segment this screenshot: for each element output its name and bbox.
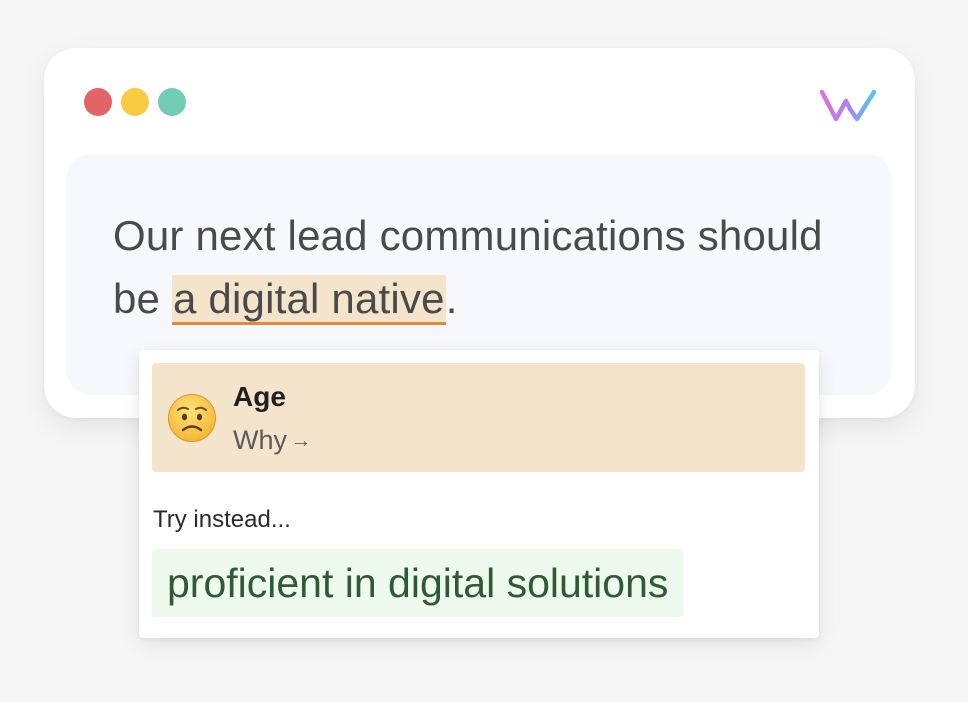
- suggestion-popup: Age Why → Try instead... proficient in d…: [139, 350, 819, 638]
- editor-sentence: Our next lead communications should be a…: [113, 204, 833, 330]
- issue-title: Age: [233, 381, 286, 412]
- minimize-window-dot[interactable]: [121, 88, 149, 116]
- why-link[interactable]: Why →: [233, 425, 311, 456]
- window-controls: [84, 88, 186, 116]
- why-label: Why: [233, 425, 287, 455]
- suggestion-option[interactable]: proficient in digital solutions: [152, 549, 684, 617]
- arrow-right-icon: →: [291, 429, 311, 452]
- close-window-dot[interactable]: [84, 88, 112, 116]
- worried-face-icon: [168, 394, 216, 442]
- sentence-text-after: .: [445, 275, 458, 322]
- flagged-phrase[interactable]: a digital native: [172, 275, 446, 325]
- zoom-window-dot[interactable]: [158, 88, 186, 116]
- w-logo-icon: [819, 89, 877, 122]
- try-instead-label: Try instead...: [153, 506, 291, 533]
- issue-card: Age Why →: [152, 363, 805, 472]
